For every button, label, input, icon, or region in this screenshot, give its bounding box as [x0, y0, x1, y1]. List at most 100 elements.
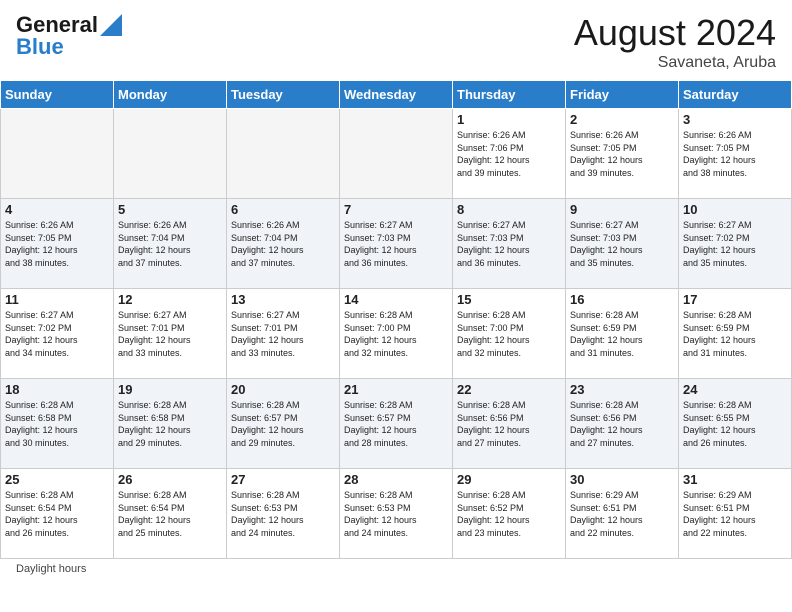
day-info: Sunrise: 6:27 AM Sunset: 7:01 PM Dayligh…	[118, 309, 222, 359]
day-number: 18	[5, 382, 109, 397]
title-section: August 2024 Savaneta, Aruba	[574, 12, 776, 72]
calendar-week-row: 11 Sunrise: 6:27 AM Sunset: 7:02 PM Dayli…	[1, 289, 792, 379]
calendar-day-14: 14Sunrise: 6:28 AM Sunset: 7:00 PM Dayli…	[340, 289, 453, 379]
day-number: 3	[683, 112, 787, 127]
day-number: 19	[118, 382, 222, 397]
calendar-day-15: 15Sunrise: 6:28 AM Sunset: 7:00 PM Dayli…	[453, 289, 566, 379]
day-info: Sunrise: 6:27 AM Sunset: 7:03 PM Dayligh…	[570, 219, 674, 269]
calendar-day-8: 8 Sunrise: 6:27 AM Sunset: 7:03 PM Daylig…	[453, 199, 566, 289]
day-info: Sunrise: 6:28 AM Sunset: 6:56 PM Dayligh…	[570, 399, 674, 449]
location: Savaneta, Aruba	[574, 54, 776, 72]
day-info: Sunrise: 6:28 AM Sunset: 6:54 PM Dayligh…	[118, 489, 222, 539]
calendar-day-22: 22Sunrise: 6:28 AM Sunset: 6:56 PM Dayli…	[453, 379, 566, 469]
day-number: 13	[231, 292, 335, 307]
calendar-day-19: 19Sunrise: 6:28 AM Sunset: 6:58 PM Dayli…	[114, 379, 227, 469]
day-number: 16	[570, 292, 674, 307]
day-info: Sunrise: 6:28 AM Sunset: 6:59 PM Dayligh…	[570, 309, 674, 359]
calendar-day-10: 10 Sunrise: 6:27 AM Sunset: 7:02 PM Dayli…	[679, 199, 792, 289]
footer: Daylight hours	[0, 559, 792, 579]
day-info: Sunrise: 6:28 AM Sunset: 6:55 PM Dayligh…	[683, 399, 787, 449]
day-info: Sunrise: 6:27 AM Sunset: 7:02 PM Dayligh…	[683, 219, 787, 269]
day-number: 27	[231, 472, 335, 487]
calendar-day-13: 13 Sunrise: 6:27 AM Sunset: 7:01 PM Dayli…	[227, 289, 340, 379]
day-number: 1	[457, 112, 561, 127]
calendar-day-29: 29 Sunrise: 6:28 AM Sunset: 6:52 PM Dayli…	[453, 469, 566, 559]
calendar-day-27: 27 Sunrise: 6:28 AM Sunset: 6:53 PM Dayli…	[227, 469, 340, 559]
day-number: 30	[570, 472, 674, 487]
calendar-empty-cell	[340, 109, 453, 199]
day-info: Sunrise: 6:29 AM Sunset: 6:51 PM Dayligh…	[683, 489, 787, 539]
day-number: 28	[344, 472, 448, 487]
day-number: 7	[344, 202, 448, 217]
day-info: Sunrise: 6:26 AM Sunset: 7:04 PM Dayligh…	[118, 219, 222, 269]
calendar-day-21: 21 Sunrise: 6:28 AM Sunset: 6:57 PM Dayli…	[340, 379, 453, 469]
calendar-header-thursday: Thursday	[453, 81, 566, 109]
day-number: 6	[231, 202, 335, 217]
day-info: Sunrise: 6:28 AM Sunset: 6:52 PM Dayligh…	[457, 489, 561, 539]
day-info: Sunrise: 6:27 AM Sunset: 7:03 PM Dayligh…	[344, 219, 448, 269]
day-number: 9	[570, 202, 674, 217]
logo-icon	[100, 14, 122, 36]
page-header: General Blue August 2024 Savaneta, Aruba	[0, 0, 792, 80]
calendar-day-1: 1 Sunrise: 6:26 AM Sunset: 7:06 PM Daylig…	[453, 109, 566, 199]
day-info: Sunrise: 6:28 AM Sunset: 6:53 PM Dayligh…	[344, 489, 448, 539]
calendar-day-31: 31 Sunrise: 6:29 AM Sunset: 6:51 PM Dayli…	[679, 469, 792, 559]
calendar-empty-cell	[114, 109, 227, 199]
logo-blue: Blue	[16, 34, 64, 60]
calendar-header-friday: Friday	[566, 81, 679, 109]
calendar-day-25: 25 Sunrise: 6:28 AM Sunset: 6:54 PM Dayli…	[1, 469, 114, 559]
calendar-day-28: 28 Sunrise: 6:28 AM Sunset: 6:53 PM Dayli…	[340, 469, 453, 559]
calendar-week-row: 25 Sunrise: 6:28 AM Sunset: 6:54 PM Dayli…	[1, 469, 792, 559]
day-info: Sunrise: 6:28 AM Sunset: 6:59 PM Dayligh…	[683, 309, 787, 359]
day-info: Sunrise: 6:28 AM Sunset: 7:00 PM Dayligh…	[457, 309, 561, 359]
day-number: 20	[231, 382, 335, 397]
calendar-day-24: 24Sunrise: 6:28 AM Sunset: 6:55 PM Dayli…	[679, 379, 792, 469]
calendar-day-17: 17 Sunrise: 6:28 AM Sunset: 6:59 PM Dayli…	[679, 289, 792, 379]
calendar-day-16: 16 Sunrise: 6:28 AM Sunset: 6:59 PM Dayli…	[566, 289, 679, 379]
day-number: 4	[5, 202, 109, 217]
day-info: Sunrise: 6:26 AM Sunset: 7:05 PM Dayligh…	[683, 129, 787, 179]
day-number: 29	[457, 472, 561, 487]
day-info: Sunrise: 6:28 AM Sunset: 6:58 PM Dayligh…	[5, 399, 109, 449]
day-number: 21	[344, 382, 448, 397]
day-number: 2	[570, 112, 674, 127]
day-number: 8	[457, 202, 561, 217]
calendar-table: SundayMondayTuesdayWednesdayThursdayFrid…	[0, 80, 792, 559]
calendar-day-30: 30 Sunrise: 6:29 AM Sunset: 6:51 PM Dayli…	[566, 469, 679, 559]
day-number: 23	[570, 382, 674, 397]
day-number: 26	[118, 472, 222, 487]
calendar-day-26: 26 Sunrise: 6:28 AM Sunset: 6:54 PM Dayli…	[114, 469, 227, 559]
calendar-header-saturday: Saturday	[679, 81, 792, 109]
calendar-header-tuesday: Tuesday	[227, 81, 340, 109]
calendar-empty-cell	[1, 109, 114, 199]
calendar-day-4: 4 Sunrise: 6:26 AM Sunset: 7:05 PM Daylig…	[1, 199, 114, 289]
logo: General Blue	[16, 12, 122, 60]
day-info: Sunrise: 6:26 AM Sunset: 7:04 PM Dayligh…	[231, 219, 335, 269]
calendar-week-row: 1 Sunrise: 6:26 AM Sunset: 7:06 PM Daylig…	[1, 109, 792, 199]
day-info: Sunrise: 6:28 AM Sunset: 6:57 PM Dayligh…	[344, 399, 448, 449]
day-number: 11	[5, 292, 109, 307]
day-number: 10	[683, 202, 787, 217]
day-info: Sunrise: 6:29 AM Sunset: 6:51 PM Dayligh…	[570, 489, 674, 539]
day-number: 12	[118, 292, 222, 307]
calendar-day-11: 11 Sunrise: 6:27 AM Sunset: 7:02 PM Dayli…	[1, 289, 114, 379]
day-info: Sunrise: 6:27 AM Sunset: 7:02 PM Dayligh…	[5, 309, 109, 359]
day-number: 17	[683, 292, 787, 307]
calendar-header-monday: Monday	[114, 81, 227, 109]
day-number: 25	[5, 472, 109, 487]
day-info: Sunrise: 6:27 AM Sunset: 7:03 PM Dayligh…	[457, 219, 561, 269]
day-info: Sunrise: 6:27 AM Sunset: 7:01 PM Dayligh…	[231, 309, 335, 359]
calendar-day-6: 6 Sunrise: 6:26 AM Sunset: 7:04 PM Daylig…	[227, 199, 340, 289]
day-number: 31	[683, 472, 787, 487]
calendar-day-23: 23 Sunrise: 6:28 AM Sunset: 6:56 PM Dayli…	[566, 379, 679, 469]
day-info: Sunrise: 6:28 AM Sunset: 7:00 PM Dayligh…	[344, 309, 448, 359]
day-info: Sunrise: 6:28 AM Sunset: 6:56 PM Dayligh…	[457, 399, 561, 449]
day-info: Sunrise: 6:28 AM Sunset: 6:54 PM Dayligh…	[5, 489, 109, 539]
day-info: Sunrise: 6:26 AM Sunset: 7:05 PM Dayligh…	[5, 219, 109, 269]
month-year: August 2024	[574, 12, 776, 54]
calendar-week-row: 18 Sunrise: 6:28 AM Sunset: 6:58 PM Dayli…	[1, 379, 792, 469]
day-info: Sunrise: 6:26 AM Sunset: 7:06 PM Dayligh…	[457, 129, 561, 179]
calendar-week-row: 4 Sunrise: 6:26 AM Sunset: 7:05 PM Daylig…	[1, 199, 792, 289]
day-info: Sunrise: 6:28 AM Sunset: 6:53 PM Dayligh…	[231, 489, 335, 539]
calendar-day-20: 20Sunrise: 6:28 AM Sunset: 6:57 PM Dayli…	[227, 379, 340, 469]
